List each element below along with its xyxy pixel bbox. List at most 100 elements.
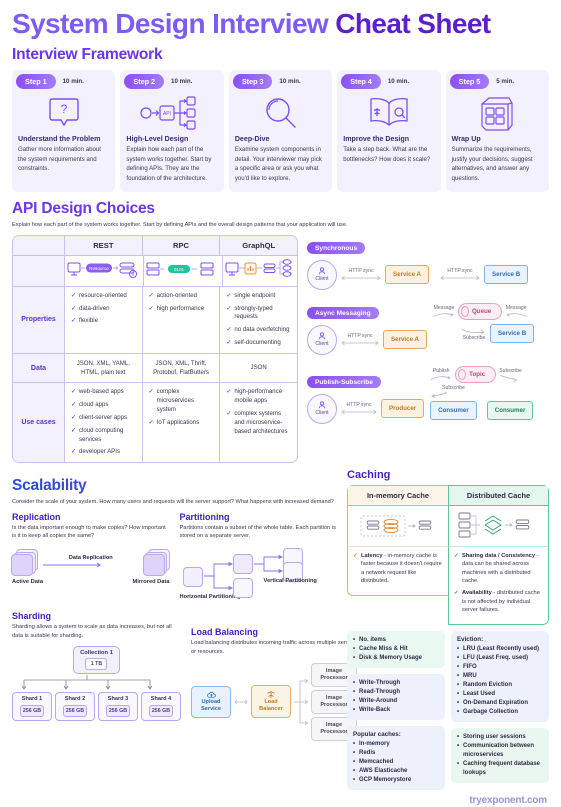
rest-diagram-icon: Resource (65, 255, 144, 286)
scalability-subtitle: Consider the scale of your system. How m… (12, 499, 334, 506)
step-header: Step 3 10 min. (229, 70, 332, 90)
graphql-diagram-icon (223, 256, 297, 286)
step-card-4[interactable]: Step 4 10 min. Improve the Design Take a… (337, 70, 441, 193)
step-description: Summarize the requirements, justify your… (451, 146, 533, 182)
collection-label: Collection 1 (80, 649, 113, 656)
check-list: high-performance mobile apps complex sys… (226, 388, 291, 436)
list-item: In-memory (353, 740, 439, 749)
shard-size: 256 GB (106, 704, 130, 718)
step-title: Understand the Problem (18, 135, 101, 144)
distributed-cache-column: Distributed Cache Sharing data / Consis (448, 485, 549, 626)
row-label-properties: Properties (13, 286, 65, 353)
section-heading-scalability: Scalability (12, 477, 337, 495)
page-title-part1: System Design Interview (12, 8, 336, 39)
list-item: complex microservices system (149, 388, 214, 414)
list-item: action-oriented (149, 292, 214, 301)
client-node: Client (307, 259, 337, 290)
data-graphql: JSON (250, 364, 267, 372)
list-item: No. items (353, 636, 439, 645)
user-icon (318, 267, 326, 275)
list-item: Memcached (353, 758, 439, 767)
active-data-caption: Active Data (12, 579, 43, 586)
client-label: Client (315, 410, 329, 417)
popular-caches-box: Popular caches: In-memory Redis Memcache… (347, 726, 445, 791)
service-node: Service B (489, 324, 539, 348)
client-node: Client (307, 393, 337, 424)
list-item: Availability - distributed cache is not … (454, 589, 543, 614)
step-card-5[interactable]: Step 5 5 min. Wrap Up Summarize the requ… (445, 70, 550, 193)
step-header: Step 4 10 min. (337, 70, 440, 90)
list-item: Sharing data / Consistency - data can be… (454, 552, 543, 585)
shard-size: 256 GB (63, 704, 87, 718)
step-description: Take a step back. What are the bottlenec… (343, 146, 431, 163)
lower-section: Scalability Consider the scale of your s… (11, 469, 549, 791)
list-item: strongly-typed requests (226, 305, 291, 323)
framework-steps: Step 1 10 min. ? Understand the Problem … (12, 70, 550, 193)
list-item: Write-Through (353, 679, 439, 688)
step-badge: Step 2 (124, 74, 164, 90)
magnifier-icon (229, 91, 332, 135)
pattern-tag: Synchronous (307, 242, 366, 255)
column-header-rest: REST (65, 235, 143, 255)
api-section-body: REST RPC GraphQL Resource 0101 Propertie… (12, 234, 549, 464)
client-node: Client (307, 324, 337, 355)
use-cases-rpc: complex microservices system IoT applica… (143, 383, 221, 463)
edge-label: Subscribe (462, 334, 486, 341)
list-item: GCP Memorystore (353, 776, 439, 785)
sharding-desc: Sharding allows a system to scale as dat… (12, 624, 172, 640)
upload-service-node: Upload Service (191, 685, 231, 718)
column-header-rpc: RPC (143, 235, 221, 255)
cache-detail-boxes: No. items Cache Miss & Hit Disk & Memory… (347, 631, 549, 791)
cheat-sheet-page: System Design Interview Cheat Sheet Inte… (0, 0, 561, 807)
partitioning-title: Partitioning (179, 511, 230, 522)
step-card-3[interactable]: Step 3 10 min. Deep-Dive Examine system … (228, 70, 333, 193)
arrow-icon (431, 391, 448, 399)
replication-desc: Is the data important enough to make cop… (12, 524, 166, 540)
cache-detail-left-column: No. items Cache Miss & Hit Disk & Memory… (347, 631, 445, 791)
partitioning-diagram: Vertical Partitioning (180, 546, 338, 599)
list-item: data-driven (71, 305, 136, 314)
caching-section: Caching In-memory Cache ✓ Latency - in-m… (347, 469, 549, 791)
sharding-block: Sharding Sharding allows a system to sca… (12, 606, 181, 741)
shard-node: Shard 1 256 GB (12, 691, 52, 722)
replication-block: Replication Is the data important enough… (11, 507, 170, 601)
list-item: Cache Miss & Hit (353, 645, 439, 654)
list-item: LRU (Least Recently used) (457, 645, 543, 654)
rpc-pill-label: 0101 (174, 267, 185, 272)
load-balancing-title: Load Balancing (191, 627, 259, 638)
in-memory-cache-column: In-memory Cache Latency - in-memory cac (347, 485, 448, 625)
eviction-list: LRU (Least Recently used) LFU (Least Fre… (457, 645, 543, 717)
step-badge: Step 3 (232, 74, 273, 90)
step-card-1[interactable]: Step 1 10 min. ? Understand the Problem … (12, 70, 116, 193)
point-bold: Sharing data / Consistency (462, 553, 536, 560)
step-title: High-Level Design (126, 135, 189, 144)
consumer-node: Consumer (486, 401, 537, 425)
double-arrow-icon (341, 409, 377, 415)
list-item: Latency - in-memory cache is faster beca… (353, 552, 443, 585)
arrow-icon (461, 328, 485, 334)
edge-label: Publish (432, 367, 450, 374)
list-item: Storing user sessions (457, 733, 543, 742)
check-list: single endpoint strongly-typed requests … (226, 292, 291, 348)
corner-cell (13, 235, 65, 255)
svg-text:?: ? (60, 102, 67, 116)
client-label: Client (315, 276, 329, 283)
list-item: Disk & Memory Usage (353, 654, 439, 663)
row-label-data: Data (13, 353, 65, 383)
check-list: action-oriented high performance (149, 292, 214, 314)
list-item: MRU (457, 672, 543, 681)
table-row-properties: Properties resource-oriented data-driven… (13, 286, 297, 354)
list-item: Garbage Collection (457, 708, 543, 717)
partition-source-node (182, 567, 203, 588)
step-card-2[interactable]: Step 2 10 min. API High-Level Design Exp… (120, 70, 224, 193)
replication-partitioning-row: Replication Is the data important enough… (11, 507, 338, 601)
list-item: high performance (149, 305, 214, 314)
list-item: LFU (Least Freq. used) (457, 654, 543, 663)
column-header-graphql: GraphQL (242, 240, 276, 250)
communication-patterns: Synchronous Client HTTP sync Service A H… (307, 235, 549, 463)
step-header: Step 1 10 min. (12, 70, 115, 90)
replication-title: Replication (12, 511, 61, 522)
check-list: Latency - in-memory cache is faster beca… (353, 552, 443, 585)
eviction-box: Eviction: LRU (Least Recently used) LFU … (451, 631, 549, 723)
shard-size: 256 GB (20, 704, 44, 718)
